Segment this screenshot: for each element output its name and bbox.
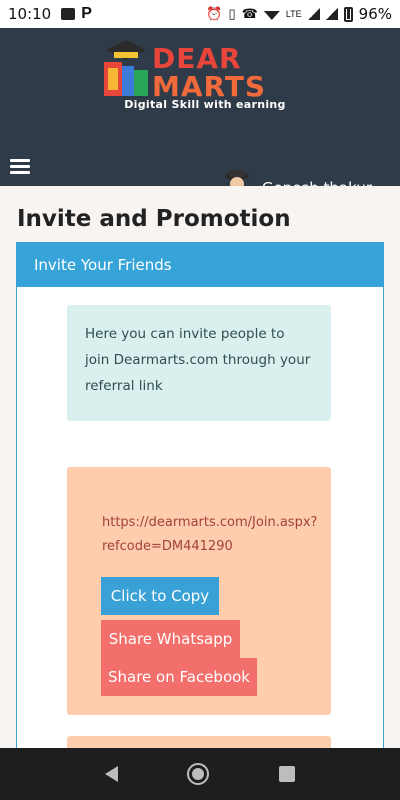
lte-call-icon: ☎	[241, 6, 258, 21]
page-title: Invite and Promotion	[17, 206, 291, 232]
wifi-icon	[263, 11, 280, 20]
back-icon[interactable]	[104, 766, 118, 782]
main-content: Invite and Promotion Invite Your Friends…	[0, 186, 400, 748]
app-header: DEAR MARTS Digital Skill with earning Go…	[0, 28, 400, 208]
copy-button[interactable]: Click to Copy	[101, 577, 219, 615]
status-bar: 10:10 P ⏰ ▯ ☎ LTE 96%	[0, 0, 400, 28]
p-notification-icon: P	[81, 5, 92, 22]
next-card	[67, 736, 331, 748]
logo-tagline: Digital Skill with earning	[124, 98, 286, 111]
invite-panel: Invite Your Friends Here you can invite …	[16, 242, 384, 748]
home-icon[interactable]	[187, 763, 210, 785]
info-text: Here you can invite people to join Dearm…	[85, 326, 311, 394]
lte-signal-label: LTE	[285, 9, 302, 19]
logo-mark-icon	[104, 40, 148, 96]
lte-signal-icon	[307, 8, 320, 20]
image-notification-icon	[61, 8, 76, 20]
battery-percent: 96%	[358, 5, 392, 23]
share-whatsapp-button[interactable]: Share Whatsapp	[101, 620, 240, 658]
android-nav-bar	[0, 748, 400, 800]
signal-icon	[325, 8, 338, 20]
recent-apps-icon[interactable]	[279, 766, 296, 782]
dearmarts-logo[interactable]: DEAR MARTS Digital Skill with earning	[100, 32, 310, 116]
share-box: https://dearmarts.com/Join.aspx?refcode=…	[67, 467, 331, 715]
status-time: 10:10	[8, 5, 52, 23]
hamburger-menu-icon[interactable]	[10, 159, 30, 175]
alarm-icon: ⏰	[206, 6, 223, 21]
battery-icon	[343, 6, 353, 22]
referral-link[interactable]: https://dearmarts.com/Join.aspx?refcode=…	[102, 511, 322, 559]
share-facebook-button[interactable]: Share on Facebook	[101, 658, 257, 696]
info-box: Here you can invite people to join Dearm…	[67, 305, 331, 421]
panel-heading: Invite Your Friends	[17, 243, 383, 287]
vibrate-icon: ▯	[228, 6, 236, 21]
